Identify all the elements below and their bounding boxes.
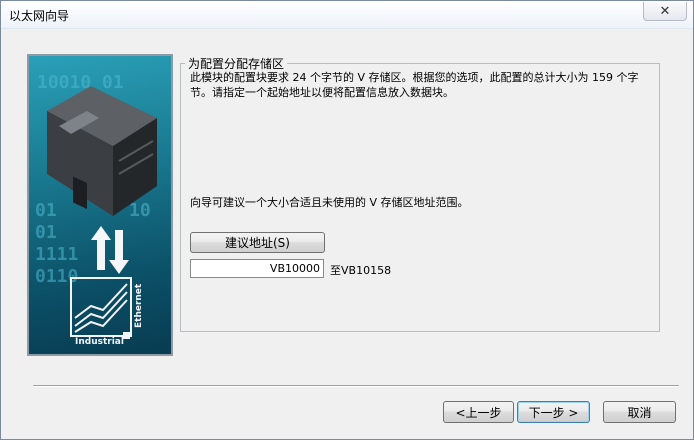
binary-text-row5: 1111 (35, 244, 78, 265)
previous-button[interactable]: <上一步 (443, 401, 514, 423)
network-chart-icon (70, 277, 132, 337)
plc-illustration-graphic: 10010 01 01 10 01 1111 0110 Industrial E… (35, 72, 157, 347)
binary-text-row1: 10010 01 (37, 72, 124, 93)
suggest-address-button[interactable]: 建议地址(S) (190, 232, 325, 253)
transfer-arrows-icon (91, 226, 129, 274)
wizard-window: 以太网向导 ✕ 10010 01 01 10 01 1111 0110 Indu… (0, 0, 694, 440)
ethernet-label: Ethernet (134, 283, 144, 328)
ethernet-wizard-illustration: 10010 01 01 10 01 1111 0110 Industrial E… (27, 54, 173, 356)
suggestion-hint: 向导可建议一个大小合适且未使用的 V 存储区地址范围。 (190, 196, 469, 209)
close-button[interactable]: ✕ (643, 2, 687, 21)
title-bar[interactable]: 以太网向导 ✕ (1, 1, 693, 29)
cancel-button[interactable]: 取消 (603, 401, 676, 423)
config-description: 此模块的配置块要求 24 个字节的 V 存储区。根据您的选项，此配置的总计大小为… (190, 71, 639, 99)
dialog-client-area: 10010 01 01 10 01 1111 0110 Industrial E… (1, 29, 693, 439)
binary-text-row3: 10 (129, 200, 151, 221)
close-icon: ✕ (659, 3, 671, 19)
start-address-input[interactable] (190, 259, 324, 278)
ethernet-logo-square (123, 332, 130, 339)
end-address-label: 至VB10158 (330, 264, 392, 277)
plc-device-icon (47, 86, 157, 216)
binary-text-row2: 01 (35, 200, 57, 221)
next-button[interactable]: 下一步 > (517, 401, 590, 423)
binary-text-row4: 01 (35, 222, 57, 243)
footer-divider (33, 385, 679, 387)
industrial-label: Industrial (75, 337, 124, 347)
window-title: 以太网向导 (9, 9, 70, 23)
